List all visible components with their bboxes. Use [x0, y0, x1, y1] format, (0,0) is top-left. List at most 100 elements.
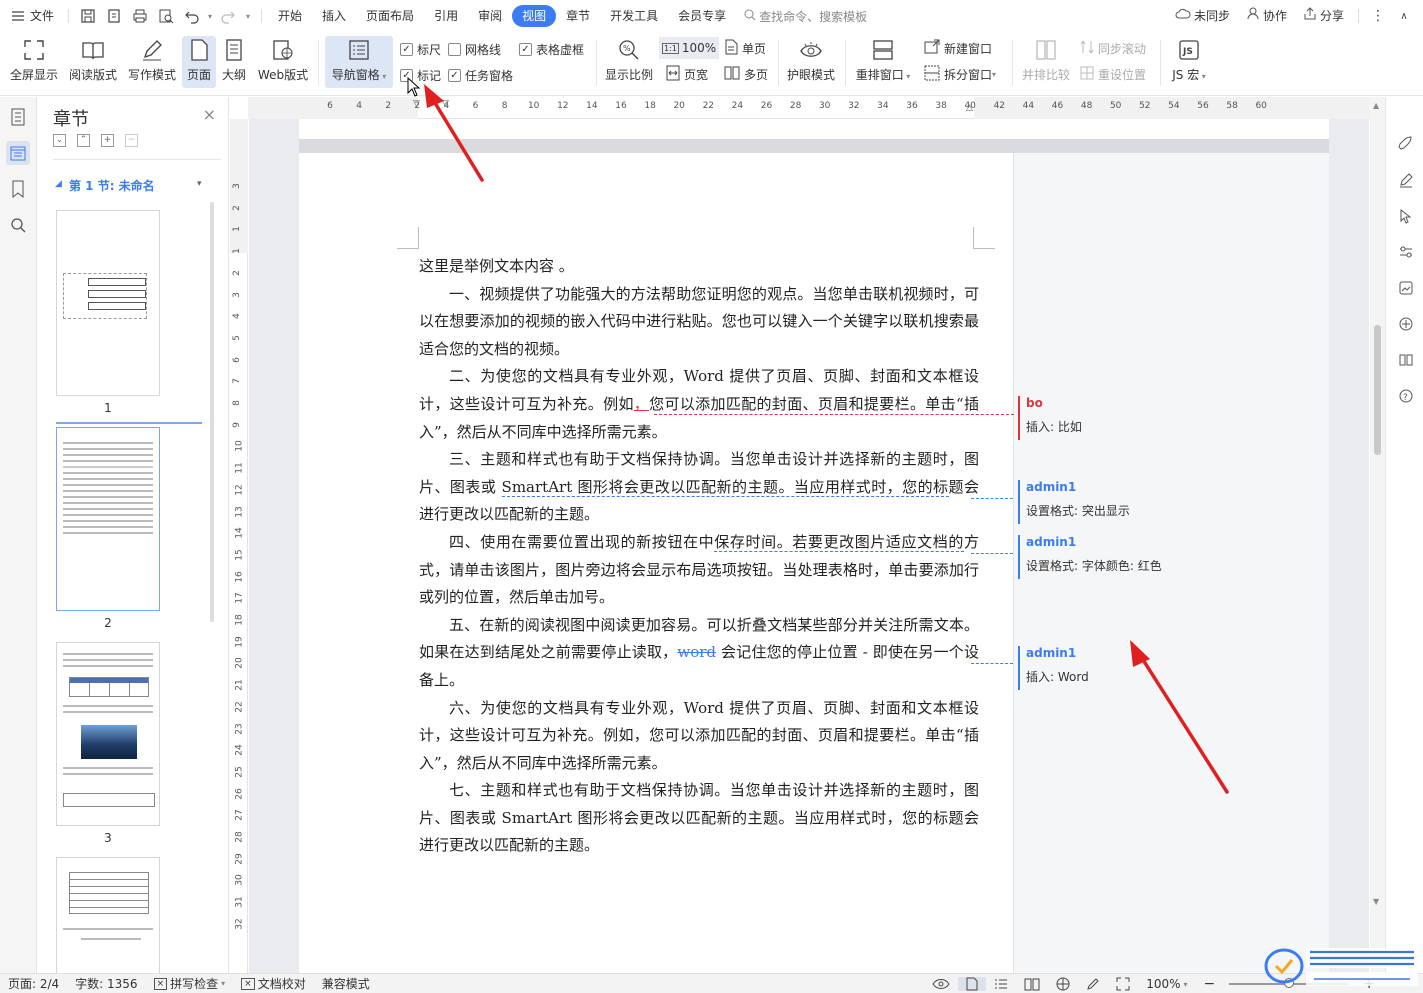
document-body[interactable]: 这里是举例文本内容 。 一、视频提供了功能强大的方法帮助您证明您的观点。当您单击… — [419, 253, 979, 860]
js-macro-button[interactable]: JS JS 宏 ▾ — [1166, 36, 1212, 88]
print-icon[interactable] — [127, 5, 153, 27]
inserted-text[interactable]: ， — [634, 395, 649, 413]
select-cursor-icon[interactable] — [1395, 205, 1417, 227]
bookmark-icon[interactable] — [6, 177, 30, 201]
print-preview-icon[interactable] — [153, 5, 179, 27]
search-icon[interactable] — [6, 213, 30, 237]
document-page[interactable]: 这里是举例文本内容 。 一、视频提供了功能强大的方法帮助您证明您的观点。当您单击… — [299, 153, 1329, 973]
horizontal-ruler[interactable]: 6 4 2 2 4 6 8 10 12 14 16 18 20 22 24 26 28 30 32 34 36 38 40 4… — [230, 97, 1370, 119]
move-up-icon[interactable]: ⌃ — [77, 134, 90, 147]
single-page-button[interactable]: 单页 — [724, 37, 766, 59]
file-menu[interactable]: 文件 — [28, 5, 62, 27]
remove-section-icon[interactable]: − — [125, 134, 138, 147]
proofread-button[interactable]: × 文档校对 — [233, 975, 314, 992]
panel-scrollbar[interactable] — [210, 202, 214, 622]
undo-icon[interactable] — [179, 5, 205, 27]
split-window-button[interactable]: 拆分窗口 ▾ — [924, 63, 996, 85]
sync-status[interactable]: 未同步 — [1167, 5, 1238, 27]
right-indent-marker-icon[interactable]: △ — [966, 103, 973, 113]
side-by-side-button[interactable]: 并排比较 — [1018, 36, 1074, 88]
tab-review[interactable]: 审阅 — [468, 5, 512, 27]
export-pdf-icon[interactable] — [101, 5, 127, 27]
table-gridlines-checkbox[interactable]: ✓ 表格虚框 — [519, 41, 584, 58]
multi-page-button[interactable]: 多页 — [724, 63, 768, 85]
redo-icon[interactable] — [215, 5, 241, 27]
sparkle-icon[interactable] — [1395, 313, 1417, 335]
sliders-icon[interactable] — [1395, 241, 1417, 263]
outline-button[interactable]: 大纲 — [218, 36, 250, 88]
tab-view[interactable]: 视图 — [512, 5, 557, 27]
write-mode-button[interactable]: 写作模式 — [124, 36, 180, 88]
page-indicator[interactable]: 页面: 2/4 — [0, 975, 67, 992]
undo-dropdown-icon[interactable]: ▾ — [205, 5, 215, 27]
hamburger-menu-icon[interactable] — [8, 5, 28, 27]
share-button[interactable]: 分享 — [1295, 5, 1352, 27]
document-canvas[interactable]: 这里是举例文本内容 。 一、视频提供了功能强大的方法帮助您证明您的观点。当您单击… — [249, 119, 1369, 973]
add-section-icon[interactable]: + — [101, 134, 114, 147]
close-icon[interactable]: × — [203, 105, 216, 124]
sync-scroll-button[interactable]: 同步滚动 — [1080, 37, 1146, 59]
scroll-up-icon[interactable]: ▲ — [1373, 101, 1379, 110]
word-count[interactable]: 字数: 1356 — [67, 975, 145, 992]
zoom-out-icon[interactable]: − — [1196, 976, 1224, 992]
outline-view-status-icon[interactable] — [986, 977, 1016, 991]
tab-developer[interactable]: 开发工具 — [600, 5, 668, 27]
chapter-nav-icon[interactable] — [6, 141, 30, 165]
web-view-status-icon[interactable] — [1048, 977, 1078, 991]
zoom-level[interactable]: 100% ▾ — [1138, 977, 1195, 991]
rocket-icon[interactable] — [1395, 133, 1417, 155]
page-view-status-icon[interactable] — [958, 977, 987, 991]
revised-word[interactable]: word — [677, 643, 716, 661]
page-thumbnail-3[interactable] — [56, 642, 160, 826]
tab-insert[interactable]: 插入 — [312, 5, 356, 27]
command-search[interactable]: 查找命令、搜索模板 — [736, 8, 875, 25]
help-icon[interactable]: ? — [1395, 385, 1417, 407]
new-window-button[interactable]: 新建窗口 — [924, 37, 992, 59]
reset-position-button[interactable]: 重设位置 — [1080, 63, 1146, 85]
translate-book-icon[interactable] — [1395, 349, 1417, 371]
vertical-ruler[interactable]: 3 2 1 1 2 3 4 5 6 7 8 9 10 11 12 13 14 15 16 17 18 19 20 21 22 23… — [230, 119, 248, 973]
scroll-down-icon[interactable]: ▼ — [1373, 897, 1379, 906]
indent-marker-icon[interactable]: ▽ — [413, 99, 420, 109]
indent-marker-icon[interactable]: ▽ — [442, 99, 449, 109]
more-options-icon[interactable]: ⋮ — [1365, 5, 1391, 27]
expand-arrow-icon[interactable]: ◢ — [55, 179, 62, 189]
pen-icon[interactable] — [1395, 169, 1417, 191]
image-tool-icon[interactable] — [1395, 277, 1417, 299]
zoom-100-button[interactable]: 1:1 100% — [659, 37, 720, 59]
fullscreen-button[interactable]: 全屏显示 — [6, 36, 62, 88]
tab-page-layout[interactable]: 页面布局 — [356, 5, 424, 27]
zoom-button[interactable]: % 显示比例 — [602, 36, 656, 88]
eye-mode-button[interactable]: 护眼模式 — [784, 36, 838, 88]
page-thumbnail-2[interactable] — [56, 427, 160, 611]
write-view-status-icon[interactable] — [1078, 977, 1108, 991]
task-pane-checkbox[interactable]: ✓ 任务窗格 — [448, 67, 513, 84]
document-structure-icon[interactable] — [6, 105, 30, 129]
collab-button[interactable]: 协作 — [1238, 5, 1295, 27]
nav-pane-button[interactable]: 导航窗格 ▾ — [325, 36, 393, 88]
read-mode-button[interactable]: 阅读版式 — [64, 36, 122, 88]
page-thumbnail-1[interactable] — [56, 210, 160, 396]
spell-check-button[interactable]: × 拼写检查 ▾ — [146, 975, 234, 992]
section-item[interactable]: 第 1 节: 未命名 — [69, 177, 155, 194]
chevron-down-icon[interactable]: ▾ — [197, 179, 202, 189]
ruler-checkbox[interactable]: ✓ 标尺 — [400, 41, 441, 58]
document-scrollbar[interactable]: ▲ ▼ — [1370, 97, 1385, 973]
tab-chapter[interactable]: 章节 — [556, 5, 600, 27]
web-layout-button[interactable]: Web版式 — [254, 36, 312, 88]
scrollbar-thumb[interactable] — [1374, 325, 1381, 455]
tab-references[interactable]: 引用 — [424, 5, 468, 27]
collapse-ribbon-icon[interactable]: ∧ — [1391, 5, 1417, 27]
recolored-text[interactable]: 保存时间。若要更改图片适应文档的 — [714, 532, 964, 552]
fit-page-icon[interactable] — [1108, 977, 1138, 991]
highlighted-text[interactable]: SmartArt 图形将会更改以匹配新的主题。当应用样式时，您的标 — [501, 477, 949, 497]
gridlines-checkbox[interactable]: 网格线 — [448, 41, 501, 58]
page-view-button[interactable]: 页面 — [182, 36, 216, 88]
collapse-all-icon[interactable]: ⌄ — [53, 134, 66, 147]
page-width-button[interactable]: 页宽 — [666, 63, 708, 85]
save-icon[interactable] — [75, 5, 101, 27]
tab-start[interactable]: 开始 — [268, 5, 312, 27]
rearrange-window-button[interactable]: 重排窗口 ▾ — [852, 36, 914, 88]
more-quick-icon[interactable]: ▾ — [241, 5, 255, 27]
tab-member[interactable]: 会员专享 — [668, 5, 736, 27]
